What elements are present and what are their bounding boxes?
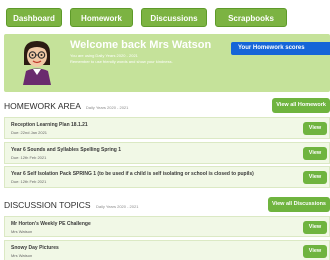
homework-title: Year 6 Sounds and Syllables Spelling Spr… [11,147,122,153]
homework-area-title: HOMEWORK AREA [4,101,81,111]
tab-homework[interactable]: Homework [70,8,133,27]
tab-dashboard[interactable]: Dashboard [6,8,62,27]
discussions-year: Daily Years 2020 - 2021 [95,204,139,209]
view-homework-button[interactable]: View [303,147,327,160]
view-discussion-button[interactable]: View [303,221,327,234]
welcome-title: Welcome back Mrs Watson [70,39,212,51]
homework-scores-button[interactable]: Your Homework scores [231,42,330,55]
view-homework-button[interactable]: View [303,171,327,184]
tab-scrapbooks[interactable]: Scrapbooks [215,8,287,27]
homework-year: Daily Years 2020 - 2021 [85,105,129,110]
view-discussion-button[interactable]: View [303,245,327,258]
homework-section-header: HOMEWORK AREA Daily Years 2020 - 2021 Vi… [4,98,330,114]
discussion-author: Mrs Watson [11,229,33,234]
discussion-row: Mr Horton's Weekly PE Challenge Mrs Wats… [4,216,330,237]
homework-row: Year 6 Sounds and Syllables Spelling Spr… [4,142,330,164]
discussion-title: Mr Horton's Weekly PE Challenge [11,221,91,227]
discussion-topics-title: DISCUSSION TOPICS [4,200,91,210]
view-all-homework-button[interactable]: View all Homework [272,98,330,113]
tab-discussions[interactable]: Discussions [141,8,207,27]
homework-due-date: Due: 12th Feb 2021 [11,179,47,184]
homework-row: Reception Learning Plan 18.1.21 Due: 22n… [4,117,330,139]
view-homework-button[interactable]: View [303,122,327,135]
discussion-title: Snowy Day Pictures [11,245,59,251]
homework-title: Reception Learning Plan 18.1.21 [11,122,88,128]
discussions-section-header: DISCUSSION TOPICS Daily Years 2020 - 202… [4,197,330,213]
homework-due-date: Due: 22nd Jan 2021 [11,130,48,135]
discussion-author: Mrs Watson [11,253,33,258]
welcome-note: Remember to use friendly words and show … [70,59,173,64]
homework-row: Year 6 Self Isolation Pack SPRING 1 (to … [4,166,330,188]
welcome-subtitle: You are using Daily Years 2020 - 2021 [70,53,138,58]
teacher-avatar-icon [18,39,56,85]
view-all-discussions-button[interactable]: View all Discussions [267,197,330,212]
welcome-panel: Welcome back Mrs Watson You are using Da… [4,34,330,92]
homework-title: Year 6 Self Isolation Pack SPRING 1 (to … [11,171,254,177]
discussion-row: Snowy Day Pictures Mrs Watson View [4,240,330,260]
homework-due-date: Due: 12th Feb 2021 [11,155,47,160]
